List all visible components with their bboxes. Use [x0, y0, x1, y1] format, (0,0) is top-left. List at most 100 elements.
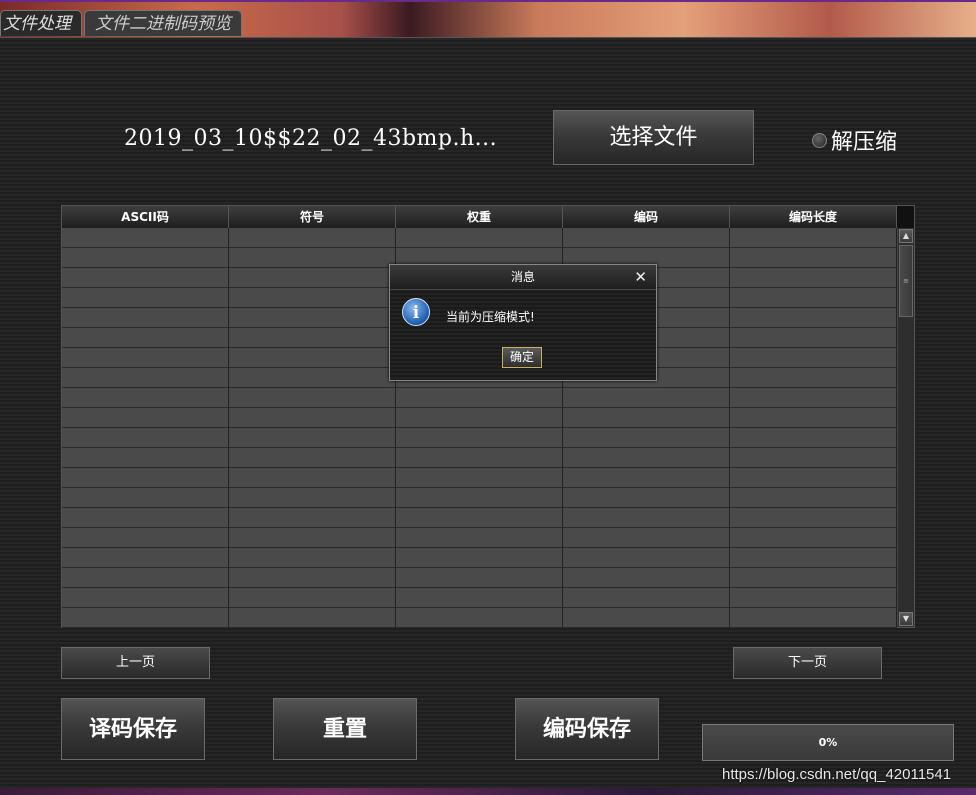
table-cell[interactable] — [62, 268, 229, 288]
table-cell[interactable] — [396, 588, 563, 608]
table-cell[interactable] — [730, 408, 897, 428]
table-cell[interactable] — [563, 228, 730, 248]
table-cell[interactable] — [396, 228, 563, 248]
dialog-title-bar[interactable]: 消息 ✕ — [390, 265, 656, 290]
column-header-code[interactable]: 编码 — [563, 206, 730, 228]
table-cell[interactable] — [62, 508, 229, 528]
close-icon[interactable]: ✕ — [634, 265, 647, 289]
table-cell[interactable] — [62, 528, 229, 548]
table-cell[interactable] — [62, 368, 229, 388]
table-cell[interactable] — [730, 528, 897, 548]
table-row[interactable] — [62, 428, 897, 448]
next-page-button[interactable]: 下一页 — [733, 647, 882, 679]
table-cell[interactable] — [730, 388, 897, 408]
tab-file-processing[interactable]: 文件处理 — [0, 10, 82, 36]
select-file-button[interactable]: 选择文件 — [553, 110, 754, 165]
table-cell[interactable] — [396, 468, 563, 488]
table-cell[interactable] — [396, 388, 563, 408]
table-row[interactable] — [62, 488, 897, 508]
table-cell[interactable] — [563, 408, 730, 428]
table-row[interactable] — [62, 568, 897, 588]
table-cell[interactable] — [229, 568, 396, 588]
table-cell[interactable] — [730, 308, 897, 328]
table-cell[interactable] — [396, 488, 563, 508]
table-cell[interactable] — [62, 388, 229, 408]
table-cell[interactable] — [229, 268, 396, 288]
table-row[interactable] — [62, 408, 897, 428]
table-row[interactable] — [62, 448, 897, 468]
table-cell[interactable] — [62, 248, 229, 268]
table-cell[interactable] — [730, 448, 897, 468]
table-cell[interactable] — [229, 388, 396, 408]
radio-circle-icon[interactable] — [812, 132, 827, 148]
table-cell[interactable] — [563, 568, 730, 588]
table-cell[interactable] — [62, 448, 229, 468]
table-cell[interactable] — [730, 248, 897, 268]
table-cell[interactable] — [62, 228, 229, 248]
table-cell[interactable] — [563, 448, 730, 468]
previous-page-button[interactable]: 上一页 — [61, 647, 210, 679]
table-row[interactable] — [62, 228, 897, 248]
table-cell[interactable] — [62, 588, 229, 608]
table-cell[interactable] — [730, 268, 897, 288]
table-cell[interactable] — [229, 608, 396, 628]
table-vertical-scrollbar[interactable]: ▲ ≡ ▼ — [897, 228, 914, 627]
table-cell[interactable] — [730, 288, 897, 308]
table-cell[interactable] — [229, 348, 396, 368]
table-cell[interactable] — [730, 568, 897, 588]
table-cell[interactable] — [563, 608, 730, 628]
table-cell[interactable] — [730, 548, 897, 568]
table-cell[interactable] — [396, 508, 563, 528]
decode-save-button[interactable]: 译码保存 — [61, 698, 205, 760]
table-cell[interactable] — [229, 588, 396, 608]
table-cell[interactable] — [62, 308, 229, 328]
table-cell[interactable] — [730, 488, 897, 508]
table-cell[interactable] — [563, 428, 730, 448]
decompress-radio[interactable]: 解压缩 — [812, 124, 897, 156]
table-cell[interactable] — [229, 328, 396, 348]
column-header-code-length[interactable]: 编码长度 — [730, 206, 897, 228]
table-cell[interactable] — [396, 548, 563, 568]
table-cell[interactable] — [62, 568, 229, 588]
table-cell[interactable] — [396, 608, 563, 628]
tab-binary-preview[interactable]: 文件二进制码预览 — [84, 10, 242, 36]
table-cell[interactable] — [229, 368, 396, 388]
scroll-down-arrow-icon[interactable]: ▼ — [899, 612, 913, 626]
table-cell[interactable] — [62, 488, 229, 508]
table-row[interactable] — [62, 508, 897, 528]
table-row[interactable] — [62, 548, 897, 568]
table-cell[interactable] — [62, 468, 229, 488]
table-cell[interactable] — [730, 368, 897, 388]
table-cell[interactable] — [229, 508, 396, 528]
table-cell[interactable] — [730, 508, 897, 528]
table-cell[interactable] — [229, 248, 396, 268]
table-cell[interactable] — [62, 288, 229, 308]
table-cell[interactable] — [396, 448, 563, 468]
table-cell[interactable] — [229, 288, 396, 308]
table-cell[interactable] — [62, 348, 229, 368]
table-row[interactable] — [62, 588, 897, 608]
table-cell[interactable] — [62, 548, 229, 568]
table-cell[interactable] — [62, 328, 229, 348]
table-cell[interactable] — [396, 428, 563, 448]
table-cell[interactable] — [563, 488, 730, 508]
table-cell[interactable] — [563, 388, 730, 408]
table-cell[interactable] — [730, 608, 897, 628]
table-row[interactable] — [62, 468, 897, 488]
table-row[interactable] — [62, 608, 897, 628]
table-cell[interactable] — [563, 508, 730, 528]
scrollbar-thumb[interactable]: ≡ — [899, 245, 913, 317]
scroll-up-arrow-icon[interactable]: ▲ — [899, 229, 913, 243]
column-header-symbol[interactable]: 符号 — [229, 206, 396, 228]
reset-button[interactable]: 重置 — [273, 698, 417, 760]
encode-save-button[interactable]: 编码保存 — [515, 698, 659, 760]
table-cell[interactable] — [229, 408, 396, 428]
table-cell[interactable] — [229, 448, 396, 468]
table-cell[interactable] — [229, 488, 396, 508]
table-cell[interactable] — [730, 348, 897, 368]
table-cell[interactable] — [229, 228, 396, 248]
table-cell[interactable] — [62, 428, 229, 448]
dialog-ok-button[interactable]: 确定 — [502, 347, 542, 368]
table-cell[interactable] — [229, 468, 396, 488]
table-cell[interactable] — [563, 588, 730, 608]
